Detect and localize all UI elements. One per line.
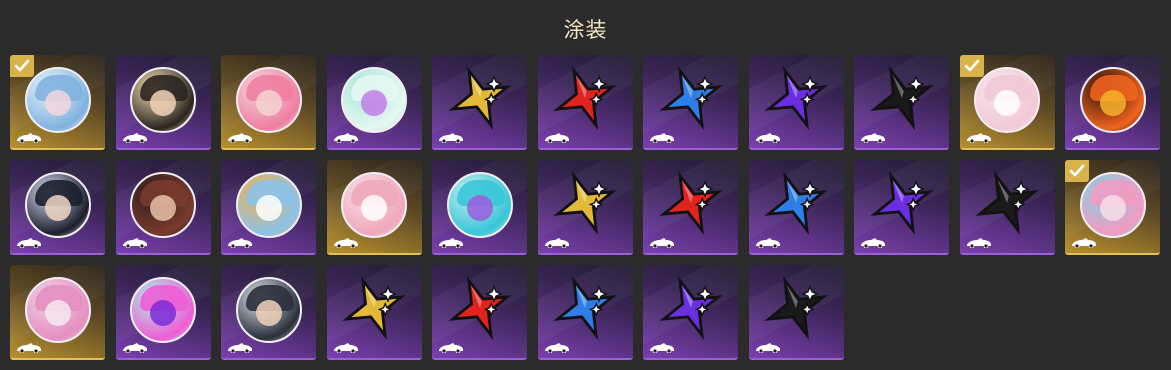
vehicle-icon — [755, 343, 780, 353]
character-portrait-icon — [1079, 171, 1146, 238]
skin-tile[interactable] — [854, 55, 949, 150]
gold-star-icon — [342, 275, 406, 340]
skin-tile[interactable] — [854, 160, 949, 255]
black-star-icon — [764, 275, 828, 340]
purple-star-icon — [658, 275, 723, 340]
page-title: 涂装 — [563, 18, 608, 42]
character-portrait-icon — [341, 171, 407, 238]
vehicle-icon — [650, 343, 674, 353]
blue-star-icon — [764, 170, 828, 235]
red-star-icon — [447, 275, 512, 340]
vehicle-icon — [228, 238, 252, 248]
skin-tile[interactable] — [748, 55, 844, 150]
vehicle-icon — [544, 343, 569, 353]
skin-tile[interactable] — [537, 160, 633, 255]
character-portrait-icon — [130, 171, 196, 238]
vehicle-icon — [755, 133, 780, 143]
vehicle-icon — [1072, 133, 1096, 143]
vehicle-icon — [17, 343, 41, 353]
vehicle-icon — [650, 238, 674, 248]
selected-check-icon — [10, 55, 34, 77]
purple-star-icon — [764, 65, 828, 130]
skin-tile[interactable] — [643, 55, 738, 150]
vehicle-icon — [333, 133, 358, 143]
skin-tile[interactable] — [10, 265, 105, 360]
character-portrait-icon — [130, 66, 196, 133]
skin-tile[interactable] — [643, 265, 738, 360]
skin-tile[interactable] — [959, 160, 1055, 255]
selected-check-icon — [959, 55, 984, 77]
skin-tile[interactable] — [748, 160, 844, 255]
gold-star-icon — [447, 65, 512, 130]
vehicle-icon — [861, 238, 885, 248]
vehicle-icon — [544, 133, 569, 143]
black-star-icon — [869, 65, 934, 130]
skin-grid — [10, 55, 1160, 360]
character-portrait-icon — [235, 171, 302, 238]
vehicle-icon — [17, 133, 41, 143]
vehicle-icon — [861, 133, 885, 143]
red-star-icon — [553, 65, 617, 130]
skin-tile[interactable] — [115, 55, 211, 150]
vehicle-icon — [228, 343, 252, 353]
purple-star-icon — [869, 170, 934, 235]
vehicle-icon — [333, 343, 358, 353]
skin-tile[interactable] — [10, 160, 105, 255]
vehicle-icon — [755, 238, 780, 248]
skin-tile[interactable] — [221, 160, 316, 255]
vehicle-icon — [1072, 238, 1096, 248]
skin-tile[interactable] — [326, 265, 422, 360]
vehicle-icon — [439, 133, 463, 143]
character-portrait-icon — [974, 66, 1040, 133]
skin-tile[interactable] — [432, 265, 527, 360]
red-star-icon — [658, 170, 723, 235]
vehicle-icon — [544, 238, 569, 248]
abstract-emblem-icon — [446, 171, 513, 238]
skin-tile[interactable] — [643, 160, 738, 255]
fire-emblem-icon — [1079, 66, 1146, 133]
skin-tile[interactable] — [221, 55, 316, 150]
skin-tile[interactable] — [537, 55, 633, 150]
character-portrait-icon — [24, 66, 91, 133]
character-portrait-icon — [235, 276, 302, 343]
skin-tile[interactable] — [748, 265, 844, 360]
skin-tile[interactable] — [115, 160, 211, 255]
vehicle-icon — [650, 133, 674, 143]
skin-tile[interactable] — [10, 55, 105, 150]
skin-tile[interactable] — [432, 55, 527, 150]
vehicle-icon — [333, 238, 358, 248]
black-star-icon — [975, 170, 1039, 235]
skin-tile[interactable] — [221, 265, 316, 360]
blue-star-icon — [553, 275, 617, 340]
blue-star-icon — [658, 65, 723, 130]
vehicle-icon — [228, 133, 252, 143]
character-portrait-icon — [24, 171, 91, 238]
vehicle-icon — [439, 238, 463, 248]
skin-tile[interactable] — [432, 160, 527, 255]
character-portrait-icon — [235, 66, 302, 133]
vehicle-icon — [122, 238, 147, 248]
skin-tile[interactable] — [115, 265, 211, 360]
abstract-emblem-icon — [341, 66, 407, 133]
skin-tile[interactable] — [1065, 55, 1160, 150]
skin-tile[interactable] — [326, 55, 422, 150]
skin-tile[interactable] — [959, 55, 1055, 150]
vehicle-icon — [122, 343, 147, 353]
skin-tile[interactable] — [1065, 160, 1160, 255]
gold-star-icon — [553, 170, 617, 235]
cat-emblem-icon — [130, 276, 196, 343]
vehicle-icon — [122, 133, 147, 143]
skin-tile[interactable] — [326, 160, 422, 255]
vehicle-icon — [439, 343, 463, 353]
vehicle-icon — [966, 238, 991, 248]
character-portrait-icon — [24, 276, 91, 343]
skin-tile[interactable] — [537, 265, 633, 360]
vehicle-icon — [966, 133, 991, 143]
vehicle-icon — [17, 238, 41, 248]
selected-check-icon — [1065, 160, 1089, 182]
